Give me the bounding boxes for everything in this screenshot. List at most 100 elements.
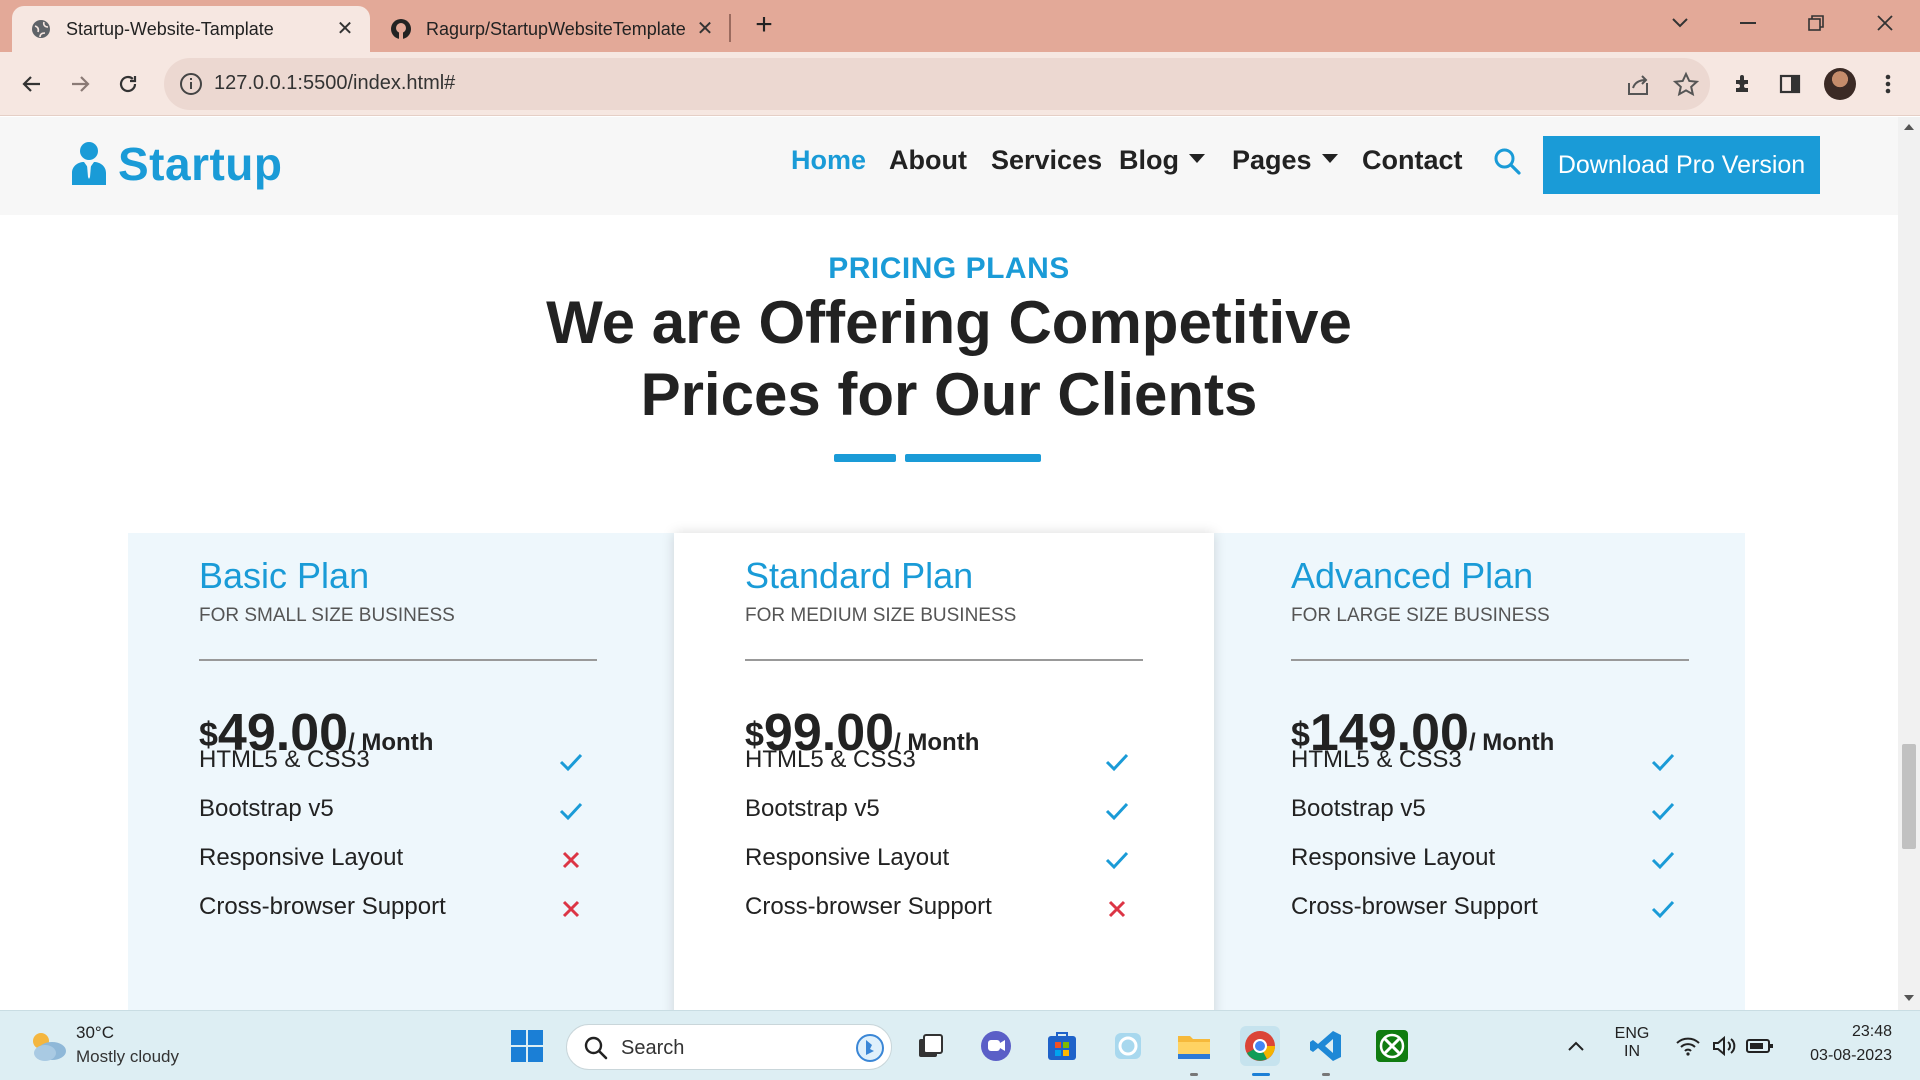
teams-chat-icon[interactable] bbox=[976, 1026, 1016, 1066]
check-icon bbox=[1651, 753, 1675, 772]
plan-feature: Bootstrap v5 bbox=[745, 795, 880, 822]
check-icon bbox=[1651, 851, 1675, 870]
tab-github-repo[interactable]: Ragurp/StartupWebsiteTemplate ✕ bbox=[378, 6, 730, 52]
search-icon[interactable] bbox=[1492, 146, 1524, 178]
wifi-icon[interactable] bbox=[1668, 1026, 1708, 1066]
plan-divider bbox=[745, 659, 1143, 661]
weather-description: Mostly cloudy bbox=[76, 1047, 179, 1066]
nav-blog[interactable]: Blog bbox=[1119, 145, 1205, 176]
tab-startup-website[interactable]: Startup-Website-Tamplate ✕ bbox=[12, 6, 370, 52]
scrollbar-thumb[interactable] bbox=[1902, 744, 1916, 849]
plan-card-basic: Basic Plan FOR SMALL SIZE BUSINESS $49.00/… bbox=[128, 533, 668, 1010]
plan-feature: Responsive Layout bbox=[1291, 844, 1496, 871]
reload-icon[interactable] bbox=[110, 66, 146, 102]
close-window-icon[interactable] bbox=[1850, 6, 1920, 40]
github-icon bbox=[390, 18, 412, 40]
chrome-icon[interactable] bbox=[1240, 1026, 1280, 1066]
plan-feature: Responsive Layout bbox=[199, 844, 404, 871]
clock-time: 23:48 bbox=[1851, 1023, 1892, 1040]
nav-pages[interactable]: Pages bbox=[1232, 145, 1338, 176]
extensions-puzzle-icon[interactable] bbox=[1726, 66, 1762, 102]
battery-icon[interactable] bbox=[1740, 1026, 1780, 1066]
os-taskbar: 30°C Mostly cloudy Search ENG IN 23:48 0… bbox=[0, 1010, 1920, 1080]
plan-feature: Cross-browser Support bbox=[1291, 893, 1538, 920]
check-icon bbox=[1105, 753, 1129, 772]
cross-icon bbox=[562, 851, 580, 869]
plan-feature: Bootstrap v5 bbox=[199, 795, 334, 822]
taskbar-search-box[interactable]: Search bbox=[566, 1024, 892, 1070]
cortana-app-icon[interactable] bbox=[1108, 1026, 1148, 1066]
nav-home[interactable]: Home bbox=[791, 145, 866, 176]
bookmark-star-icon[interactable] bbox=[1672, 71, 1700, 99]
dropdown-caret-icon bbox=[1189, 154, 1205, 164]
address-bar[interactable]: 127.0.0.1:5500/index.html# bbox=[164, 58, 1710, 110]
restore-icon[interactable] bbox=[1781, 6, 1851, 40]
globe-icon bbox=[30, 18, 52, 40]
share-icon[interactable] bbox=[1624, 71, 1652, 99]
cross-icon bbox=[1108, 900, 1126, 918]
plan-subtitle: FOR SMALL SIZE BUSINESS bbox=[199, 605, 455, 626]
close-tab-icon[interactable]: ✕ bbox=[694, 18, 716, 40]
bing-icon[interactable] bbox=[855, 1033, 885, 1063]
cloudy-weather-icon[interactable] bbox=[28, 1029, 68, 1063]
nav-blog-label: Blog bbox=[1119, 145, 1179, 175]
scroll-up-arrow-icon[interactable] bbox=[1903, 123, 1915, 131]
minimize-icon[interactable] bbox=[1713, 6, 1783, 40]
tab-search-chevron-icon[interactable] bbox=[1645, 6, 1715, 40]
url-text[interactable]: 127.0.0.1:5500/index.html# bbox=[214, 72, 455, 95]
brand-logo[interactable]: Startup bbox=[70, 137, 283, 191]
taskbar-search-label: Search bbox=[621, 1037, 685, 1059]
xbox-icon[interactable] bbox=[1372, 1026, 1412, 1066]
plan-feature: HTML5 & CSS3 bbox=[745, 746, 916, 773]
nav-pages-label: Pages bbox=[1232, 145, 1312, 175]
headline-line-2: Prices for Our Clients bbox=[640, 361, 1258, 428]
back-arrow-icon[interactable] bbox=[14, 66, 50, 102]
check-icon bbox=[559, 802, 583, 821]
weather-temperature: 30°C bbox=[76, 1023, 114, 1042]
file-explorer-icon[interactable] bbox=[1174, 1026, 1214, 1066]
volume-icon[interactable] bbox=[1704, 1026, 1744, 1066]
task-view-icon[interactable] bbox=[910, 1026, 950, 1066]
clock-date: 03-08-2023 bbox=[1810, 1047, 1892, 1064]
plan-feature: Cross-browser Support bbox=[199, 893, 446, 920]
plan-feature: HTML5 & CSS3 bbox=[1291, 746, 1462, 773]
input-language[interactable]: ENG IN bbox=[1610, 1025, 1654, 1061]
close-tab-icon[interactable]: ✕ bbox=[334, 18, 356, 40]
tab-separator bbox=[729, 14, 731, 42]
nav-about[interactable]: About bbox=[889, 145, 967, 176]
user-icon bbox=[72, 142, 106, 185]
region-code: IN bbox=[1624, 1043, 1640, 1060]
search-icon bbox=[584, 1036, 608, 1060]
new-tab-button[interactable]: + bbox=[748, 10, 780, 42]
windows-start-icon[interactable] bbox=[507, 1026, 547, 1066]
page-scrollbar[interactable] bbox=[1898, 117, 1920, 1010]
running-indicator bbox=[1322, 1073, 1330, 1076]
plan-feature: Bootstrap v5 bbox=[1291, 795, 1426, 822]
side-panel-icon[interactable] bbox=[1772, 66, 1808, 102]
check-icon bbox=[1651, 900, 1675, 919]
headline-line-1: We are Offering Competitive bbox=[546, 289, 1352, 356]
title-underline-short bbox=[834, 454, 896, 462]
running-indicator bbox=[1190, 1073, 1198, 1076]
profile-avatar[interactable] bbox=[1824, 68, 1856, 100]
check-icon bbox=[1105, 802, 1129, 821]
system-clock[interactable]: 23:48 03-08-2023 bbox=[1788, 1023, 1898, 1065]
download-pro-button[interactable]: Download Pro Version bbox=[1543, 136, 1820, 194]
page-viewport: Startup Home About Services Blog Pages C… bbox=[0, 117, 1898, 1010]
site-info-icon[interactable] bbox=[178, 71, 204, 97]
kebab-menu-icon[interactable] bbox=[1870, 66, 1906, 102]
plan-subtitle: FOR MEDIUM SIZE BUSINESS bbox=[745, 605, 1017, 626]
forward-arrow-icon[interactable] bbox=[62, 66, 98, 102]
nav-services[interactable]: Services bbox=[991, 145, 1102, 176]
vscode-icon[interactable] bbox=[1306, 1026, 1346, 1066]
show-hidden-icons-chevron[interactable] bbox=[1556, 1026, 1596, 1066]
nav-contact[interactable]: Contact bbox=[1362, 145, 1463, 176]
scroll-down-arrow-icon[interactable] bbox=[1903, 994, 1915, 1002]
plan-name: Advanced Plan bbox=[1291, 555, 1534, 596]
plan-subtitle: FOR LARGE SIZE BUSINESS bbox=[1291, 605, 1550, 626]
microsoft-store-icon[interactable] bbox=[1042, 1026, 1082, 1066]
site-navbar: Startup Home About Services Blog Pages C… bbox=[0, 117, 1898, 215]
plan-divider bbox=[1291, 659, 1689, 661]
plan-feature: Responsive Layout bbox=[745, 844, 950, 871]
browser-toolbar: 127.0.0.1:5500/index.html# bbox=[0, 52, 1920, 116]
